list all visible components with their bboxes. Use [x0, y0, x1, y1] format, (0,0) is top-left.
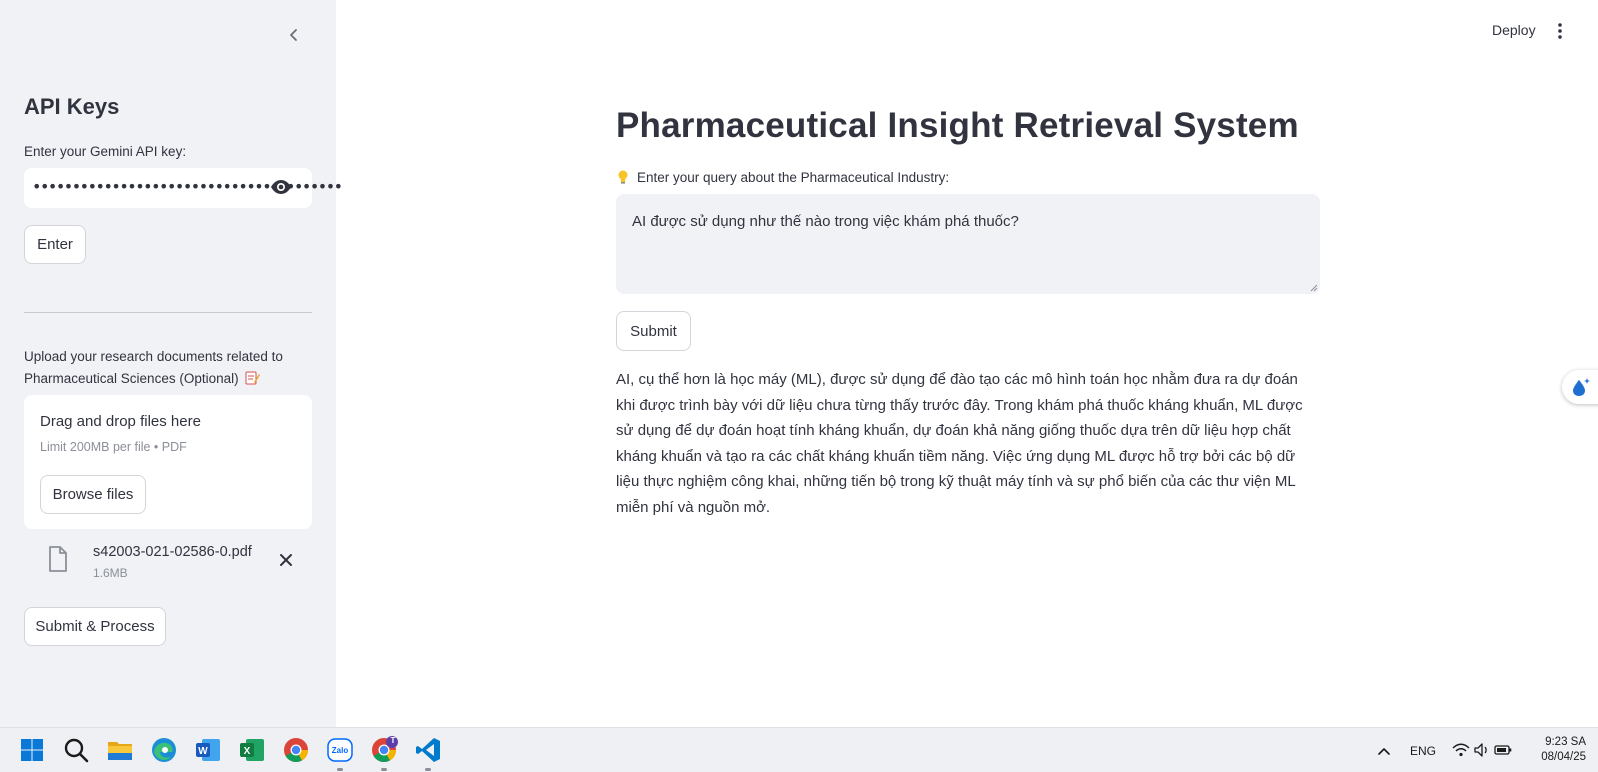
file-icon — [49, 546, 67, 572]
wifi-icon[interactable] — [1452, 743, 1470, 757]
clock-date: 08/04/25 — [1541, 751, 1586, 763]
chrome-icon[interactable] — [282, 736, 310, 764]
query-label: Enter your query about the Pharmaceutica… — [617, 170, 949, 185]
api-key-value: ••••••••••••••••••••••••••••••••••••••• — [32, 177, 343, 196]
collapse-sidebar-icon[interactable] — [284, 24, 304, 46]
windows-taskbar: W X Zalo T ENG 9:23 SA 08/04/25 — [0, 727, 1598, 772]
chevron-up-icon[interactable] — [1377, 746, 1391, 756]
lightbulb-icon — [618, 170, 628, 184]
eye-icon[interactable] — [270, 179, 292, 195]
clock-time: 9:23 SA — [1545, 736, 1586, 748]
enter-button[interactable]: Enter — [24, 225, 86, 264]
windows-start-icon[interactable] — [18, 736, 46, 764]
main-menu-icon[interactable] — [1554, 22, 1566, 40]
upload-label-text: Upload your research documents related t… — [24, 349, 283, 386]
api-key-input[interactable]: ••••••••••••••••••••••••••••••••••••••• — [24, 168, 343, 208]
floating-assistant-button[interactable] — [1562, 370, 1598, 404]
word-icon[interactable]: W — [194, 736, 222, 764]
query-textarea[interactable]: AI được sử dụng như thế nào trong việc k… — [616, 194, 1320, 294]
taskbar-indicator — [425, 768, 431, 771]
sidebar-divider — [24, 312, 312, 313]
taskbar-indicator — [381, 768, 387, 771]
file-dropzone[interactable]: Drag and drop files here Limit 200MB per… — [24, 395, 312, 529]
volume-icon[interactable] — [1474, 743, 1490, 757]
uploaded-file: s42003-021-02586-0.pdf 1.6MB — [24, 540, 312, 588]
system-clock[interactable]: 9:23 SA 08/04/25 — [1524, 735, 1586, 765]
chrome-profile-badge: T — [390, 736, 396, 745]
svg-text:Zalo: Zalo — [332, 746, 349, 755]
query-label-text: Enter your query about the Pharmaceutica… — [637, 170, 950, 185]
deploy-button[interactable]: Deploy — [1492, 22, 1536, 38]
svg-text:X: X — [244, 746, 251, 757]
zalo-icon[interactable]: Zalo — [326, 736, 354, 764]
file-name: s42003-021-02586-0.pdf — [93, 544, 252, 560]
file-size: 1.6MB — [93, 566, 128, 580]
search-icon[interactable] — [62, 736, 90, 764]
dropzone-limit: Limit 200MB per file • PDF — [40, 440, 187, 454]
file-explorer-icon[interactable] — [106, 736, 134, 764]
edge-browser-icon[interactable] — [150, 736, 178, 764]
excel-icon[interactable]: X — [238, 736, 266, 764]
remove-file-icon[interactable] — [278, 552, 294, 568]
taskbar-indicator — [337, 768, 343, 771]
battery-icon[interactable] — [1494, 744, 1512, 756]
browse-files-button[interactable]: Browse files — [40, 475, 146, 514]
page-title: Pharmaceutical Insight Retrieval System — [616, 106, 1299, 145]
submit-button[interactable]: Submit — [616, 311, 691, 351]
sidebar-title: API Keys — [24, 94, 120, 119]
droplet-sparkle-icon — [1573, 378, 1590, 396]
dropzone-title: Drag and drop files here — [40, 413, 201, 430]
memo-icon — [245, 371, 261, 385]
submit-process-button[interactable]: Submit & Process — [24, 607, 166, 646]
answer-text: AI, cụ thể hơn là học máy (ML), được sử … — [616, 371, 1303, 516]
sidebar: API Keys Enter your Gemini API key: ••••… — [0, 0, 343, 727]
api-key-label: Enter your Gemini API key: — [24, 144, 187, 159]
language-indicator[interactable]: ENG — [1410, 728, 1436, 772]
vscode-icon[interactable] — [414, 736, 442, 764]
query-value: AI được sử dụng như thế nào trong việc k… — [632, 213, 1019, 230]
resize-handle-icon[interactable] — [1310, 284, 1318, 292]
upload-label: Upload your research documents related t… — [24, 346, 314, 390]
svg-text:W: W — [198, 746, 208, 757]
